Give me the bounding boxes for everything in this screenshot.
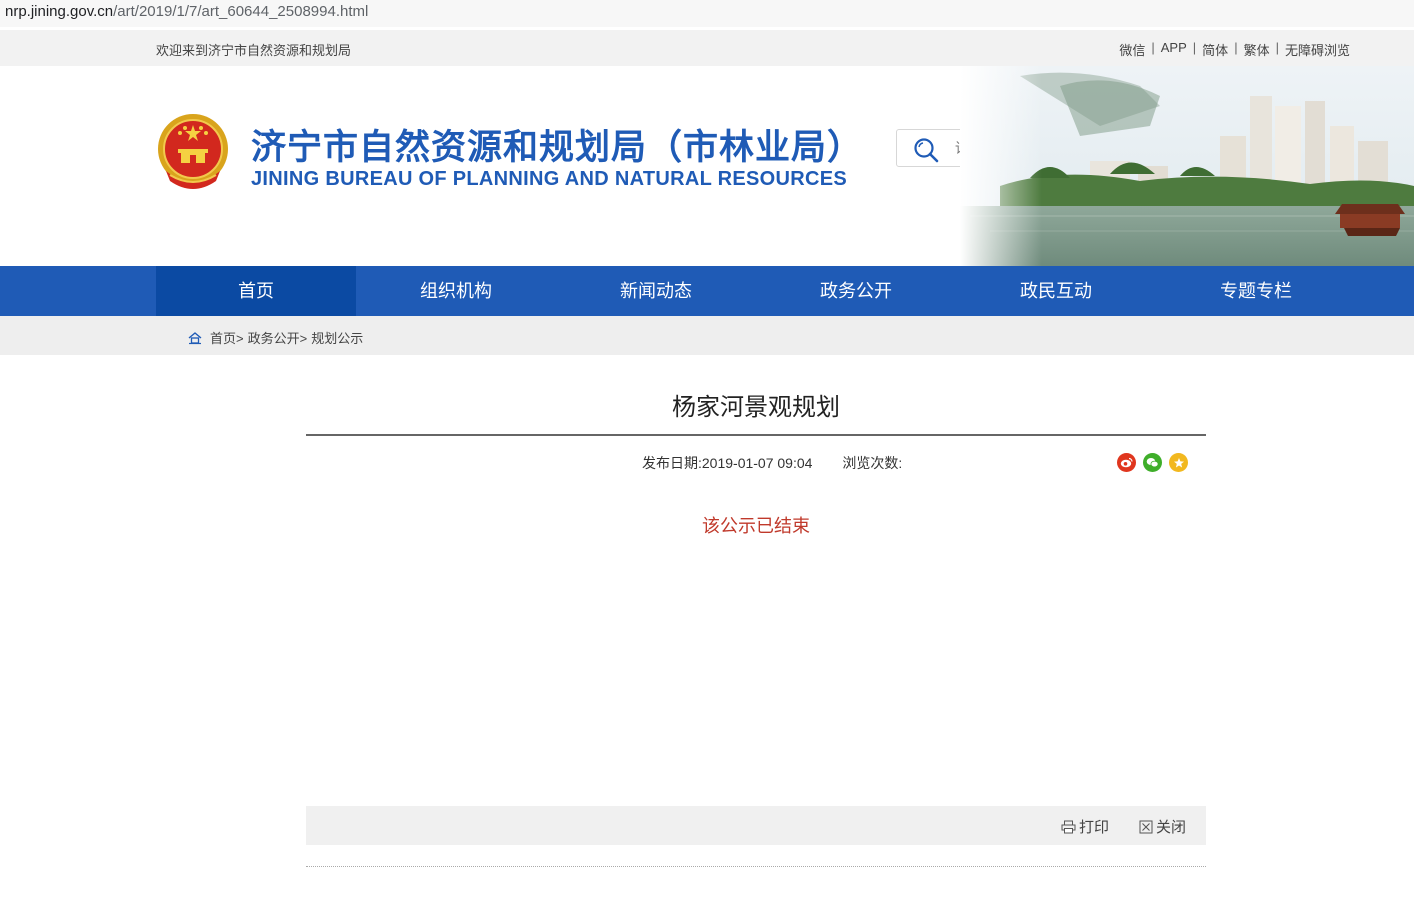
breadcrumb-planning-notice[interactable]: 规划公示	[311, 328, 363, 347]
link-simplified[interactable]: 简体	[1196, 40, 1234, 59]
site-header: 济宁市自然资源和规划局（市林业局） JINING BUREAU OF PLANN…	[0, 66, 1414, 266]
view-count: 浏览次数:	[842, 455, 903, 471]
nav-item-organization[interactable]: 组织机构	[356, 266, 556, 316]
printer-icon	[1061, 820, 1076, 833]
top-links: 微信 | APP | 简体 | 繁体 | 无障碍浏览	[1113, 40, 1356, 59]
notice-ended-text: 该公示已结束	[702, 516, 810, 536]
publish-date: 发布日期:2019-01-07 09:04	[642, 455, 813, 471]
share-buttons	[1117, 453, 1188, 472]
top-utility-bar: 欢迎来到济宁市自然资源和规划局 微信 | APP | 简体 | 繁体 | 无障碍浏览	[0, 30, 1414, 66]
link-traditional[interactable]: 繁体	[1238, 40, 1276, 59]
url-text[interactable]: nrp.jining.gov.cn/art/2019/1/7/art_60644…	[5, 3, 368, 20]
site-title: 济宁市自然资源和规划局（市林业局）	[251, 128, 864, 168]
link-wechat[interactable]: 微信	[1113, 40, 1151, 59]
link-app[interactable]: APP	[1155, 40, 1193, 59]
weibo-icon[interactable]	[1117, 453, 1136, 472]
city-lake-scenery-image	[960, 66, 1414, 266]
breadcrumb-home[interactable]: 首页>	[210, 328, 244, 347]
breadcrumb: 首页> 政务公开> 规划公示	[0, 316, 1414, 355]
welcome-text: 欢迎来到济宁市自然资源和规划局	[156, 43, 352, 58]
url-host: nrp.jining.gov.cn	[5, 3, 114, 20]
nav-item-government-affairs[interactable]: 政务公开	[756, 266, 956, 316]
article-meta: 发布日期:2019-01-07 09:04 浏览次数:	[642, 453, 902, 473]
close-button[interactable]: 关闭	[1139, 816, 1186, 837]
nav-item-home[interactable]: 首页	[156, 266, 356, 316]
wechat-icon[interactable]	[1143, 453, 1162, 472]
national-emblem-logo[interactable]	[156, 113, 230, 191]
link-accessibility[interactable]: 无障碍浏览	[1279, 40, 1356, 59]
breadcrumb-government-affairs[interactable]: 政务公开>	[248, 328, 308, 347]
address-bar[interactable]: nrp.jining.gov.cn/art/2019/1/7/art_60644…	[0, 0, 1414, 27]
article-actions-bar: 打印 关闭	[306, 806, 1206, 845]
close-icon	[1139, 820, 1153, 833]
site-subtitle: JINING BUREAU OF PLANNING AND NATURAL RE…	[251, 168, 847, 190]
nav-item-public-interaction[interactable]: 政民互动	[956, 266, 1156, 316]
search-icon	[914, 138, 939, 163]
bottom-dotted-divider	[306, 866, 1206, 867]
article-title: 杨家河景观规划	[672, 394, 840, 421]
main-nav: 首页 组织机构 新闻动态 政务公开 政民互动 专题专栏	[0, 266, 1414, 316]
print-label: 打印	[1078, 819, 1109, 836]
nav-item-special-topics[interactable]: 专题专栏	[1156, 266, 1356, 316]
nav-item-news[interactable]: 新闻动态	[556, 266, 756, 316]
url-path: /art/2019/1/7/art_60644_2508994.html	[113, 3, 369, 20]
print-button[interactable]: 打印	[1061, 816, 1109, 837]
close-label: 关闭	[1155, 819, 1186, 836]
home-icon	[188, 331, 202, 344]
title-divider	[306, 434, 1206, 436]
favorite-icon[interactable]	[1169, 453, 1188, 472]
